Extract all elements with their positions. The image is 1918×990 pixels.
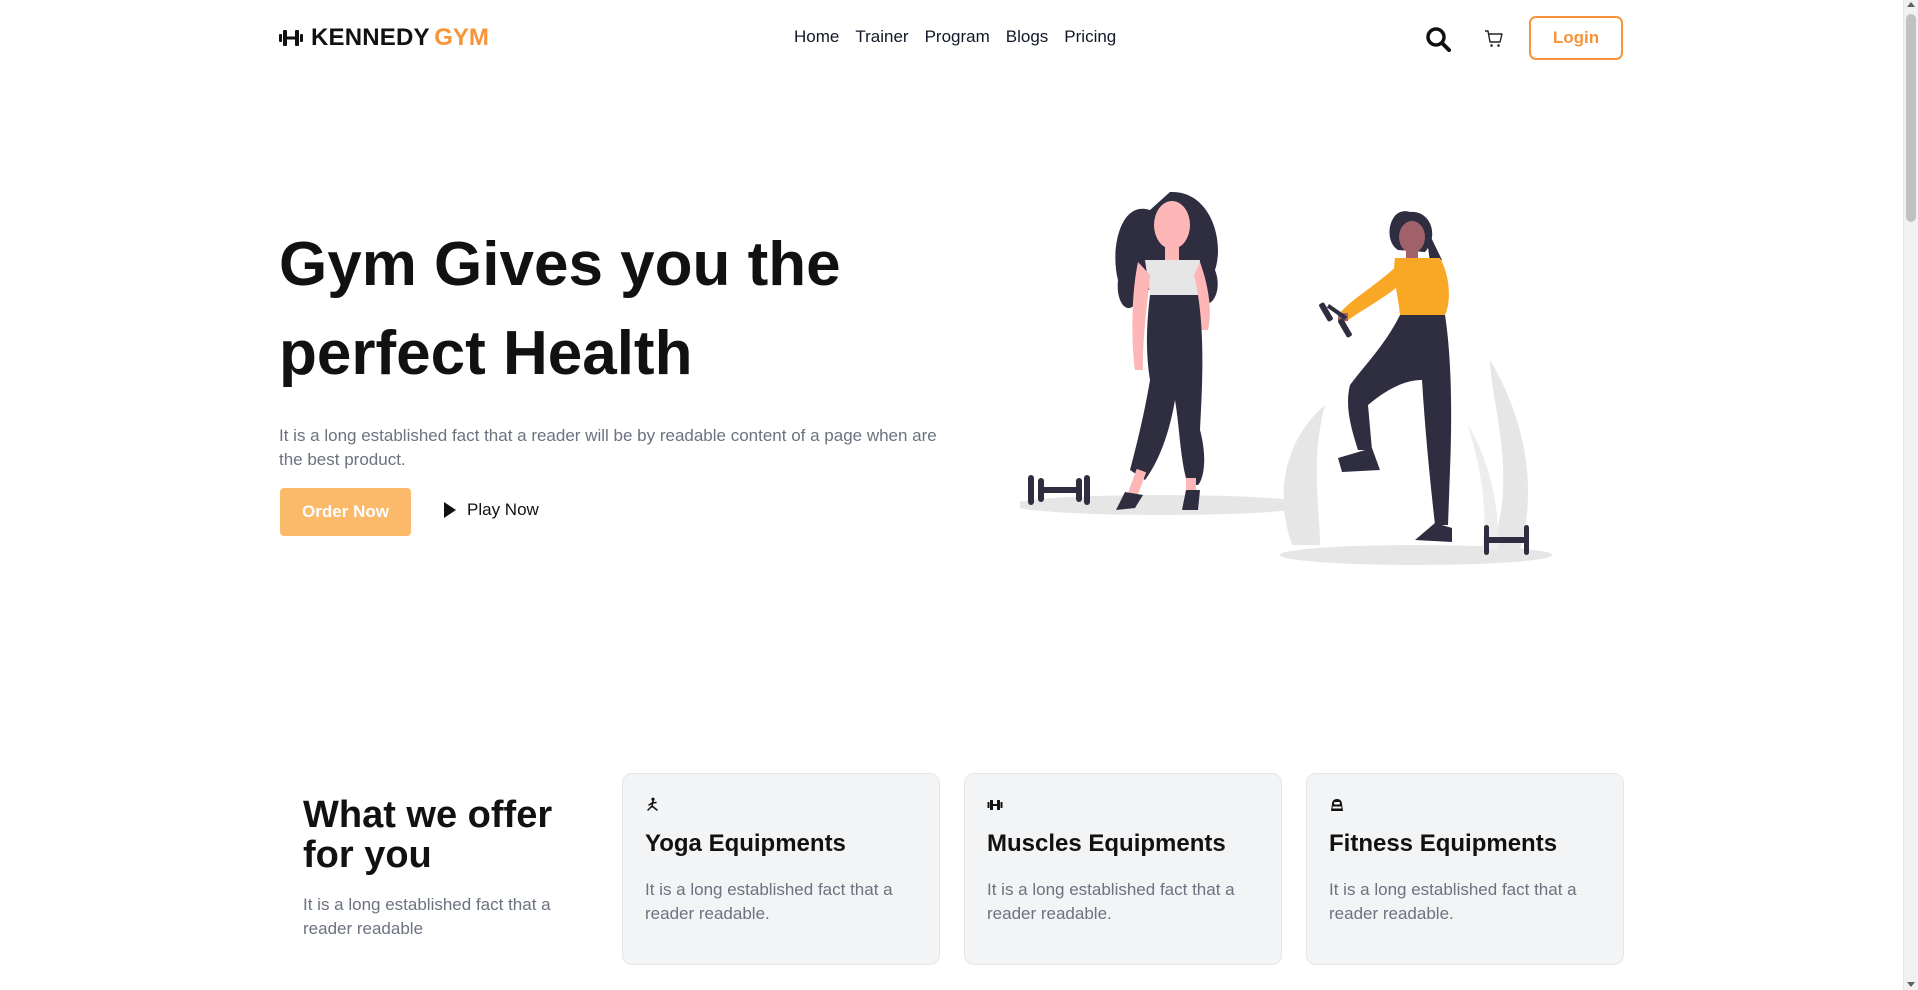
play-now-label: Play Now [467,500,539,519]
page-scrollbar[interactable] [1903,0,1918,990]
offer-title: What we offer for you [303,794,553,876]
scroll-thumb[interactable] [1906,14,1916,222]
card-title: Yoga Equipments [645,830,846,857]
offer-card-yoga[interactable]: Yoga Equipments It is a long established… [622,773,940,965]
search-icon[interactable] [1425,26,1451,52]
nav-pricing[interactable]: Pricing [1064,27,1116,47]
order-now-button[interactable]: Order Now [280,488,411,536]
hero-title: Gym Gives you the perfect Health [279,230,841,388]
site-header: KENNEDY GYM Home Trainer Program Blogs P… [0,0,1903,76]
main-nav: Home Trainer Program Blogs Pricing [794,27,1116,47]
scroll-down-arrow-icon[interactable] [1907,982,1915,987]
cart-icon[interactable] [1484,29,1504,49]
offer-description: It is a long established fact that a rea… [303,895,551,938]
card-description: It is a long established fact that a rea… [1329,880,1577,923]
card-description: It is a long established fact that a rea… [645,880,893,923]
nav-trainer[interactable]: Trainer [855,27,908,47]
card-description: It is a long established fact that a rea… [987,880,1235,923]
scroll-up-arrow-icon[interactable] [1907,2,1915,7]
logo-accent: GYM [434,24,489,51]
fitness-icon [1331,799,1343,811]
play-icon [444,502,456,518]
play-now-button[interactable]: Play Now [443,500,539,520]
offer-card-fitness[interactable]: Fitness Equipments It is a long establis… [1306,773,1624,965]
logo-text: KENNEDY [311,24,430,51]
yoga-icon [647,797,658,811]
nav-home[interactable]: Home [794,27,839,47]
hero-illustration [1020,191,1552,565]
dumbbell-logo-icon [279,30,303,46]
dumbbell-icon [987,800,1003,810]
login-button[interactable]: Login [1529,16,1623,60]
nav-blogs[interactable]: Blogs [1006,27,1049,47]
card-title: Muscles Equipments [987,830,1226,857]
nav-program[interactable]: Program [925,27,990,47]
hero-description: It is a long established fact that a rea… [279,426,937,469]
offer-card-muscles[interactable]: Muscles Equipments It is a long establis… [964,773,1282,965]
card-title: Fitness Equipments [1329,830,1558,857]
logo[interactable]: KENNEDY GYM [279,22,489,54]
